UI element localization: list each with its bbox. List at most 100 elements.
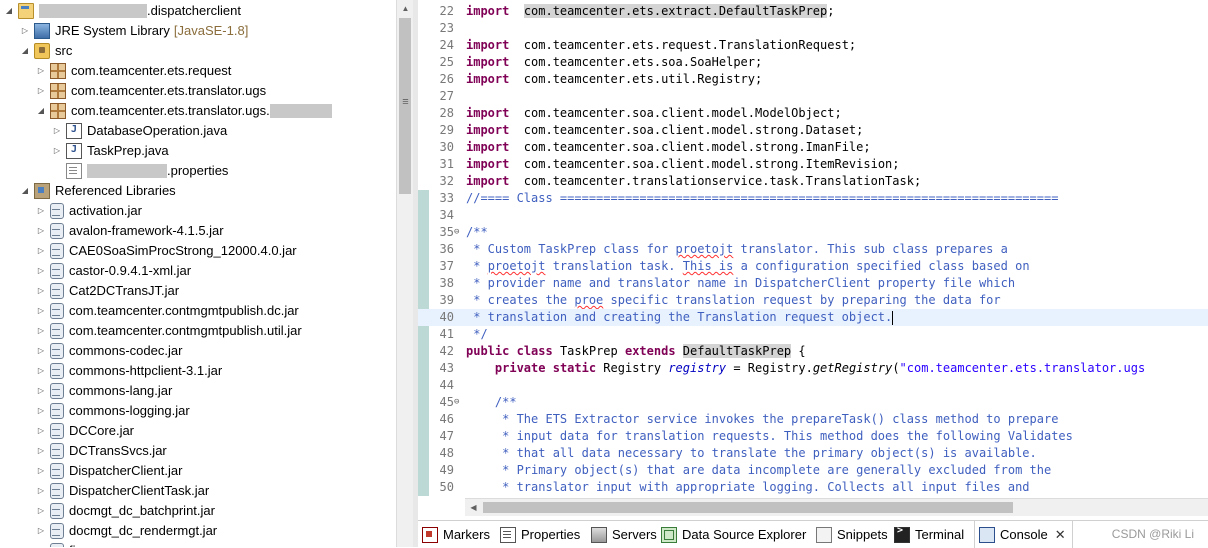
- editor-horizontal-scrollbar[interactable]: ◀: [465, 498, 1208, 516]
- code-line[interactable]: 26 import com.teamcenter.ets.util.Registr…: [418, 71, 1208, 88]
- code-line[interactable]: 23: [418, 20, 1208, 37]
- tree-item[interactable]: ▷ castor-0.9.4.1-xml.jar: [0, 261, 191, 281]
- tree-item[interactable]: ▷ J TaskPrep.java: [0, 141, 169, 161]
- tab-terminal[interactable]: Terminal: [894, 521, 964, 548]
- code-line[interactable]: 37 * proetojt translation task. This is …: [418, 258, 1208, 275]
- code-editor[interactable]: 22 import com.teamcenter.ets.extract.Defa…: [418, 0, 1208, 516]
- expanded-arrow-icon[interactable]: ◢: [20, 41, 30, 61]
- collapsed-arrow-icon[interactable]: ▷: [36, 381, 46, 401]
- close-icon[interactable]: ✕: [1055, 521, 1066, 548]
- code-line[interactable]: 38 * provider name and translator name i…: [418, 275, 1208, 292]
- tab-data-source-explorer[interactable]: Data Source Explorer: [661, 521, 806, 548]
- tree-item[interactable]: ▷ commons-codec.jar: [0, 341, 182, 361]
- code-line[interactable]: 28 import com.teamcenter.soa.client.model…: [418, 105, 1208, 122]
- tree-item[interactable]: ▷ docmgt_dc_rendermgt.jar: [0, 521, 217, 541]
- tree-item[interactable]: ▷ DCTransSvcs.jar: [0, 441, 167, 461]
- expanded-arrow-icon[interactable]: ◢: [36, 101, 46, 121]
- tree-item[interactable]: ▷ DispatcherClientTask.jar: [0, 481, 209, 501]
- collapsed-arrow-icon[interactable]: ▷: [36, 361, 46, 381]
- collapsed-arrow-icon[interactable]: ▷: [36, 521, 46, 541]
- code-line[interactable]: 36 * Custom TaskPrep class for proetojt …: [418, 241, 1208, 258]
- code-line[interactable]: 25 import com.teamcenter.ets.soa.SoaHelpe…: [418, 54, 1208, 71]
- tree-item[interactable]: ▷ com.teamcenter.contmgmtpublish.util.jar: [0, 321, 302, 341]
- collapsed-arrow-icon[interactable]: ▷: [36, 81, 46, 101]
- code-line[interactable]: 32 import com.teamcenter.translationservi…: [418, 173, 1208, 190]
- collapsed-arrow-icon[interactable]: ▷: [36, 541, 46, 547]
- code-line[interactable]: 41 */: [418, 326, 1208, 343]
- code-line[interactable]: 39 * creates the proe specific translati…: [418, 292, 1208, 309]
- tree-item[interactable]: ▷ CAE0SoaSimProcStrong_12000.4.0.jar: [0, 241, 297, 261]
- code-line[interactable]: 24 import com.teamcenter.ets.request.Tran…: [418, 37, 1208, 54]
- tree-item[interactable]: ◢ .dispatcherclient: [0, 1, 241, 21]
- fold-collapse-icon[interactable]: ⊖: [454, 224, 459, 241]
- collapsed-arrow-icon[interactable]: ▷: [36, 481, 46, 501]
- tree-item[interactable]: ▷ commons-logging.jar: [0, 401, 190, 421]
- collapsed-arrow-icon[interactable]: ▷: [36, 421, 46, 441]
- code-line[interactable]: 46 * The ETS Extractor service invokes t…: [418, 411, 1208, 428]
- tab-snippets[interactable]: Snippets: [816, 521, 888, 548]
- tree-item[interactable]: ▷ J DatabaseOperation.java: [0, 121, 227, 141]
- collapsed-arrow-icon[interactable]: ▷: [36, 341, 46, 361]
- collapsed-arrow-icon[interactable]: ▷: [36, 461, 46, 481]
- tree-item[interactable]: ◢ Referenced Libraries: [0, 181, 176, 201]
- code-line[interactable]: 34: [418, 207, 1208, 224]
- tree-item[interactable]: .properties: [0, 161, 228, 181]
- code-line[interactable]: 33 //==== Class =========================…: [418, 190, 1208, 207]
- collapsed-arrow-icon[interactable]: ▷: [36, 261, 46, 281]
- code-line[interactable]: 42 public class TaskPrep extends DefaultT…: [418, 343, 1208, 360]
- collapsed-arrow-icon[interactable]: ▷: [36, 441, 46, 461]
- tab-markers[interactable]: Markers: [422, 521, 490, 548]
- collapsed-arrow-icon[interactable]: ▷: [36, 401, 46, 421]
- collapsed-arrow-icon[interactable]: ▷: [52, 121, 62, 141]
- expanded-arrow-icon[interactable]: ◢: [20, 181, 30, 201]
- code-line[interactable]: 22 import com.teamcenter.ets.extract.Defa…: [418, 3, 1208, 20]
- collapsed-arrow-icon[interactable]: ▷: [36, 201, 46, 221]
- tree-item[interactable]: ▷ commons-lang.jar: [0, 381, 172, 401]
- tree-item[interactable]: ▷ Cat2DCTransJT.jar: [0, 281, 179, 301]
- code-line[interactable]: 40 * translation and creating the Transl…: [418, 309, 1208, 326]
- tree-item[interactable]: ▷ DispatcherClient.jar: [0, 461, 182, 481]
- code-line[interactable]: 35 ⊖ /**: [418, 224, 1208, 241]
- collapsed-arrow-icon[interactable]: ▷: [36, 241, 46, 261]
- tab-console[interactable]: Console ✕: [974, 521, 1073, 548]
- collapsed-arrow-icon[interactable]: ▷: [36, 501, 46, 521]
- collapsed-arrow-icon[interactable]: ▷: [36, 281, 46, 301]
- code-line[interactable]: 31 import com.teamcenter.soa.client.model…: [418, 156, 1208, 173]
- expanded-arrow-icon[interactable]: ◢: [4, 1, 14, 21]
- code-line[interactable]: 47 * input data for translation requests…: [418, 428, 1208, 445]
- code-line[interactable]: 27: [418, 88, 1208, 105]
- code-line[interactable]: 43 private static Registry registry = Re…: [418, 360, 1208, 377]
- tree-item[interactable]: ▷ JRE System Library [JavaSE-1.8]: [0, 21, 248, 41]
- code-line[interactable]: 45 ⊖ /**: [418, 394, 1208, 411]
- fold-collapse-icon[interactable]: ⊖: [454, 394, 459, 411]
- scroll-up-icon[interactable]: ▲: [397, 0, 414, 17]
- collapsed-arrow-icon[interactable]: ▷: [52, 141, 62, 161]
- tree-item[interactable]: ▷ avalon-framework-4.1.5.jar: [0, 221, 224, 241]
- tree-item[interactable]: ▷ DCCore.jar: [0, 421, 134, 441]
- collapsed-arrow-icon[interactable]: ▷: [36, 221, 46, 241]
- code-line[interactable]: 48 * that all data necessary to translat…: [418, 445, 1208, 462]
- tree-item[interactable]: ▷ fi...: [0, 541, 86, 547]
- tree-item[interactable]: ▷ activation.jar: [0, 201, 142, 221]
- editor-scroll-thumb[interactable]: [483, 502, 1013, 513]
- collapsed-arrow-icon[interactable]: ▷: [36, 321, 46, 341]
- tree-item[interactable]: ▷ commons-httpclient-3.1.jar: [0, 361, 222, 381]
- tree-item[interactable]: ◢ com.teamcenter.ets.translator.ugs.: [0, 101, 332, 121]
- tree-item[interactable]: ▷ com.teamcenter.ets.request: [0, 61, 231, 81]
- tab-servers[interactable]: Servers: [591, 521, 657, 548]
- code-line[interactable]: 50 * translator input with appropriate l…: [418, 479, 1208, 496]
- tree-item[interactable]: ▷ com.teamcenter.contmgmtpublish.dc.jar: [0, 301, 299, 321]
- tree-item[interactable]: ▷ com.teamcenter.ets.translator.ugs: [0, 81, 266, 101]
- code-line[interactable]: 30 import com.teamcenter.soa.client.model…: [418, 139, 1208, 156]
- scroll-left-icon[interactable]: ◀: [465, 499, 482, 516]
- code-line[interactable]: 29 import com.teamcenter.soa.client.model…: [418, 122, 1208, 139]
- tree-item[interactable]: ▷ docmgt_dc_batchprint.jar: [0, 501, 215, 521]
- tree-item[interactable]: ◢ src: [0, 41, 72, 61]
- explorer-vertical-scrollbar[interactable]: ▲ ≡: [396, 0, 414, 547]
- tab-properties[interactable]: Properties: [500, 521, 580, 548]
- collapsed-arrow-icon[interactable]: ▷: [36, 61, 46, 81]
- code-line[interactable]: 44: [418, 377, 1208, 394]
- collapsed-arrow-icon[interactable]: ▷: [20, 21, 30, 41]
- code-line[interactable]: 49 * Primary object(s) that are data inc…: [418, 462, 1208, 479]
- collapsed-arrow-icon[interactable]: ▷: [36, 301, 46, 321]
